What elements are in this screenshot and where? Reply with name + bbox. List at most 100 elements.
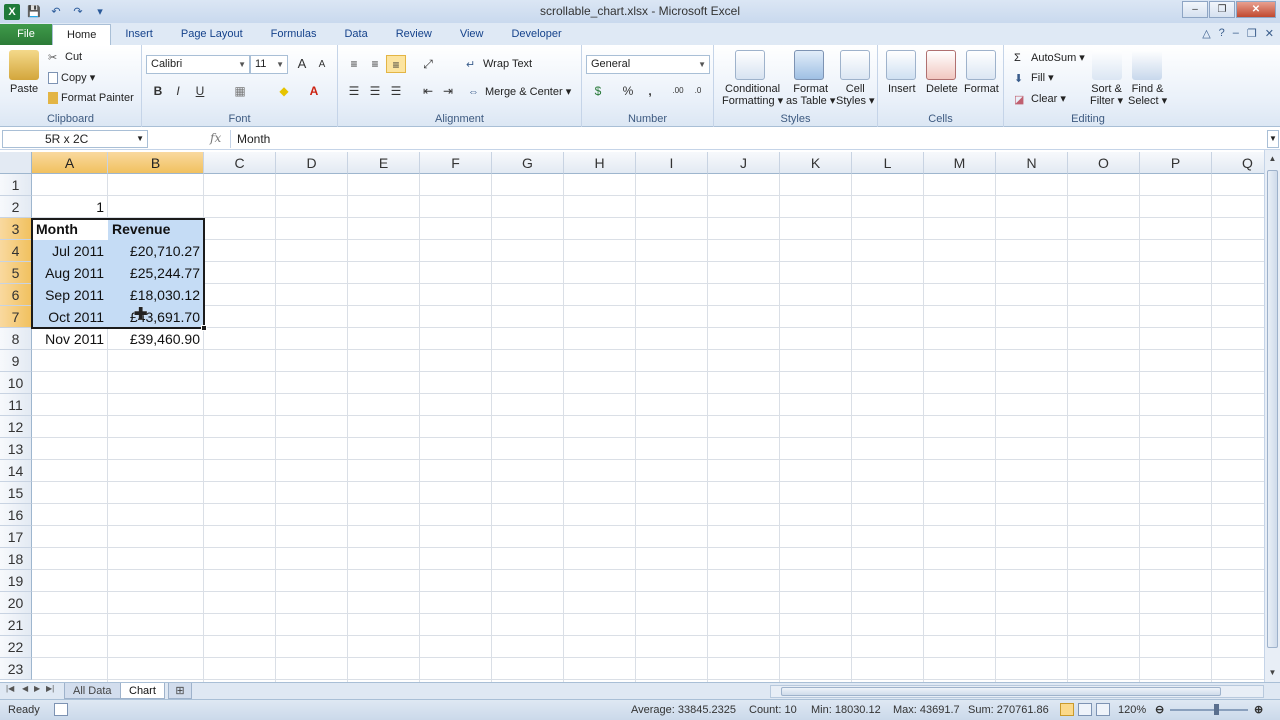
restore-button[interactable]: ❐ — [1209, 1, 1235, 18]
bold-button[interactable]: B — [148, 82, 168, 100]
column-header-E[interactable]: E — [348, 152, 420, 174]
cut-button[interactable]: ✂ Cut — [48, 51, 82, 64]
save-icon[interactable]: 💾 — [26, 4, 42, 20]
tab-file[interactable]: File — [0, 24, 52, 45]
clear-button[interactable]: ◪ Clear ▾ — [1014, 92, 1066, 106]
orientation-icon[interactable]: ⤢ — [418, 55, 438, 73]
paste-button[interactable]: Paste — [10, 83, 38, 95]
grow-font-button[interactable]: A — [292, 55, 312, 73]
merge-center-button[interactable]: ⇔ Merge & Center ▾ — [468, 85, 571, 98]
column-header-N[interactable]: N — [996, 152, 1068, 174]
page-break-view-icon[interactable] — [1096, 703, 1110, 716]
zoom-in-icon[interactable]: ⊕ — [1254, 700, 1263, 720]
column-header-K[interactable]: K — [780, 152, 852, 174]
column-header-A[interactable]: A — [32, 152, 108, 174]
conditional-formatting-icon[interactable] — [735, 50, 765, 80]
font-color-icon[interactable]: A — [304, 82, 324, 100]
row-header-8[interactable]: 8 — [0, 328, 32, 350]
excel-logo-icon[interactable]: X — [4, 3, 20, 20]
sheet-tab-chart[interactable]: Chart — [120, 683, 165, 699]
zoom-slider-track[interactable] — [1170, 709, 1248, 711]
horizontal-scrollbar[interactable] — [770, 685, 1264, 698]
paste-icon[interactable] — [9, 50, 39, 80]
cell-A7[interactable]: Oct 2011 — [32, 306, 108, 328]
sort-filter-icon[interactable] — [1092, 50, 1122, 80]
find-select-button[interactable]: Find & Select ▾ — [1128, 83, 1167, 107]
scroll-up-icon[interactable]: ▲ — [1266, 152, 1279, 166]
column-header-L[interactable]: L — [852, 152, 924, 174]
row-header-14[interactable]: 14 — [0, 460, 32, 482]
select-all-corner[interactable] — [0, 152, 32, 174]
format-button[interactable]: Format — [964, 83, 999, 95]
column-header-F[interactable]: F — [420, 152, 492, 174]
status-max[interactable]: Max: 43691.7 — [893, 700, 960, 720]
borders-icon[interactable]: ▦ — [230, 82, 250, 100]
align-left-icon[interactable]: ☰ — [344, 82, 364, 100]
wrap-text-button[interactable]: ↵ Wrap Text — [466, 58, 532, 71]
insert-button[interactable]: Insert — [888, 83, 916, 95]
cell-B8[interactable]: £39,460.90 — [108, 328, 204, 350]
decrease-indent-icon[interactable]: ⇤ — [418, 82, 438, 100]
cell-B5[interactable]: £25,244.77 — [108, 262, 204, 284]
format-as-table-icon[interactable] — [794, 50, 824, 80]
row-header-9[interactable]: 9 — [0, 350, 32, 372]
autosum-button[interactable]: Σ AutoSum ▾ — [1014, 51, 1085, 64]
fill-color-icon[interactable]: ◆ — [274, 82, 294, 100]
column-header-G[interactable]: G — [492, 152, 564, 174]
increase-indent-icon[interactable]: ⇥ — [438, 82, 458, 100]
currency-icon[interactable]: $ — [588, 82, 608, 100]
cell-B7[interactable]: £43,691.70 — [108, 306, 204, 328]
status-min[interactable]: Min: 18030.12 — [811, 700, 881, 720]
workbook-minimize-icon[interactable]: – — [1233, 27, 1239, 40]
minimize-ribbon-icon[interactable]: △ — [1202, 27, 1210, 40]
row-header-16[interactable]: 16 — [0, 504, 32, 526]
tab-formulas[interactable]: Formulas — [257, 24, 331, 45]
column-header-C[interactable]: C — [204, 152, 276, 174]
scroll-down-icon[interactable]: ▼ — [1266, 666, 1279, 680]
normal-view-icon[interactable] — [1060, 703, 1074, 716]
format-cells-icon[interactable] — [966, 50, 996, 80]
row-header-17[interactable]: 17 — [0, 526, 32, 548]
comma-button[interactable]: , — [640, 82, 660, 100]
row-header-13[interactable]: 13 — [0, 438, 32, 460]
conditional-formatting-button[interactable]: Conditional Formatting ▾ — [722, 83, 783, 107]
column-header-B[interactable]: B — [108, 152, 204, 174]
formula-input[interactable]: Month — [230, 130, 1266, 148]
cell-styles-icon[interactable] — [840, 50, 870, 80]
row-header-21[interactable]: 21 — [0, 614, 32, 636]
number-format-select[interactable]: General ▼ — [586, 55, 710, 74]
row-header-23[interactable]: 23 — [0, 658, 32, 680]
tab-review[interactable]: Review — [382, 24, 446, 45]
column-header-I[interactable]: I — [636, 152, 708, 174]
column-header-Q[interactable]: Q — [1212, 152, 1264, 174]
row-header-22[interactable]: 22 — [0, 636, 32, 658]
cell-B6[interactable]: £18,030.12 — [108, 284, 204, 306]
row-header-4[interactable]: 4 — [0, 240, 32, 262]
expand-formula-bar-icon[interactable]: ▼ — [1267, 130, 1279, 148]
minimize-button[interactable]: – — [1182, 1, 1208, 18]
binoculars-icon[interactable] — [1132, 50, 1162, 80]
column-header-O[interactable]: O — [1068, 152, 1140, 174]
macro-record-icon[interactable] — [54, 703, 68, 716]
vertical-scroll-thumb[interactable] — [1267, 170, 1278, 648]
column-header-J[interactable]: J — [708, 152, 780, 174]
delete-button[interactable]: Delete — [926, 83, 958, 95]
column-header-D[interactable]: D — [276, 152, 348, 174]
workbook-restore-icon[interactable]: ❐ — [1247, 27, 1257, 40]
status-count[interactable]: Count: 10 — [749, 700, 797, 720]
row-header-1[interactable]: 1 — [0, 174, 32, 196]
align-middle-icon[interactable]: ≡ — [365, 55, 385, 73]
row-header-2[interactable]: 2 — [0, 196, 32, 218]
decrease-decimal-button[interactable]: .0 — [688, 82, 708, 100]
cell-A4[interactable]: Jul 2011 — [32, 240, 108, 262]
delete-cells-icon[interactable] — [926, 50, 956, 80]
increase-decimal-button[interactable]: .00 — [668, 82, 688, 100]
column-header-H[interactable]: H — [564, 152, 636, 174]
vertical-scrollbar[interactable]: ▲ ▼ — [1264, 150, 1280, 682]
zoom-out-icon[interactable]: ⊖ — [1155, 700, 1164, 720]
italic-button[interactable]: I — [168, 82, 188, 100]
last-sheet-icon[interactable]: ▶| — [46, 684, 54, 693]
cell-B4[interactable]: £20,710.27 — [108, 240, 204, 262]
align-top-icon[interactable]: ≡ — [344, 55, 364, 73]
align-bottom-icon[interactable]: ≡ — [386, 55, 406, 73]
